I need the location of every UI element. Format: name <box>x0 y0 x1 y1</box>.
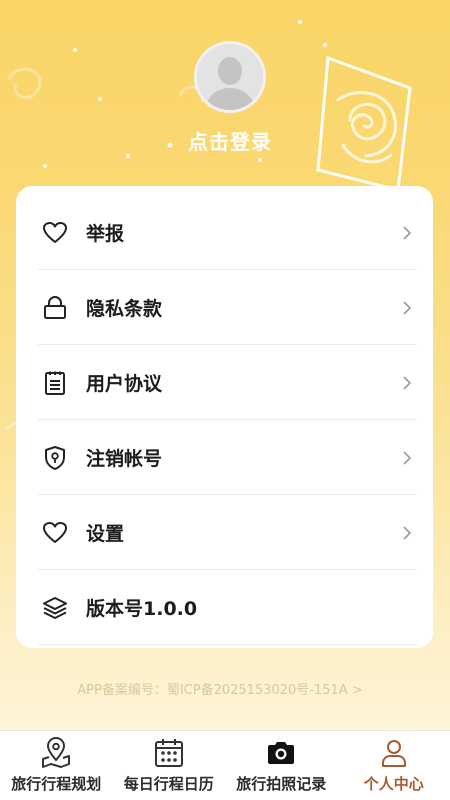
heart-icon <box>42 520 68 546</box>
clipboard-icon <box>42 370 68 396</box>
menu-item-privacy[interactable]: 隐私条款 <box>38 271 417 345</box>
tab-personal-center[interactable]: 个人中心 <box>338 731 450 800</box>
user-icon <box>378 737 410 769</box>
menu-item-label: 用户协议 <box>86 373 163 395</box>
menu-item-version: 版本号1.0.0 <box>38 571 417 645</box>
menu-item-user-agreement[interactable]: 用户协议 <box>38 346 417 420</box>
tab-label: 每日行程日历 <box>123 775 214 793</box>
tab-label: 旅行行程规划 <box>11 775 102 793</box>
tab-trip-planning[interactable]: 旅行行程规划 <box>0 731 113 800</box>
menu-item-label: 注销帐号 <box>86 448 163 470</box>
lock-icon <box>42 295 68 321</box>
menu-item-label: 隐私条款 <box>86 298 163 320</box>
tab-label: 旅行拍照记录 <box>236 775 327 793</box>
default-avatar-icon <box>197 44 263 110</box>
chevron-right-icon <box>403 375 412 390</box>
chevron-right-icon <box>403 300 412 315</box>
menu-item-settings[interactable]: 设置 <box>38 496 417 570</box>
menu-item-delete-account[interactable]: 注销帐号 <box>38 421 417 495</box>
layers-icon <box>42 595 68 621</box>
login-link[interactable]: 点击登录 <box>0 126 450 155</box>
avatar[interactable] <box>194 41 266 113</box>
calendar-icon <box>153 737 185 769</box>
menu-item-label: 举报 <box>86 223 125 245</box>
menu-item-report[interactable]: 举报 <box>38 196 417 270</box>
map-pin-icon <box>40 737 72 769</box>
tab-daily-calendar[interactable]: 每日行程日历 <box>113 731 226 800</box>
heart-icon <box>42 220 68 246</box>
icp-filing-link[interactable]: APP备案编号：蜀ICP备2025153020号-151A > <box>0 679 440 698</box>
chevron-right-icon <box>403 225 412 240</box>
tab-photo-records[interactable]: 旅行拍照记录 <box>225 731 338 800</box>
shield-key-icon <box>42 445 68 471</box>
menu-item-label: 设置 <box>86 523 125 545</box>
chevron-right-icon <box>403 450 412 465</box>
chevron-right-icon <box>403 525 412 540</box>
tab-label: 个人中心 <box>363 775 424 793</box>
camera-icon <box>265 737 297 769</box>
bottom-tab-bar: 旅行行程规划 每日行程日历 旅行拍照记录 个人中心 <box>0 730 450 800</box>
menu-card: 举报 隐私条款 用户协议 注销帐号 设置 版本号1.0.0 <box>16 186 433 648</box>
version-label: 版本号1.0.0 <box>86 598 198 620</box>
